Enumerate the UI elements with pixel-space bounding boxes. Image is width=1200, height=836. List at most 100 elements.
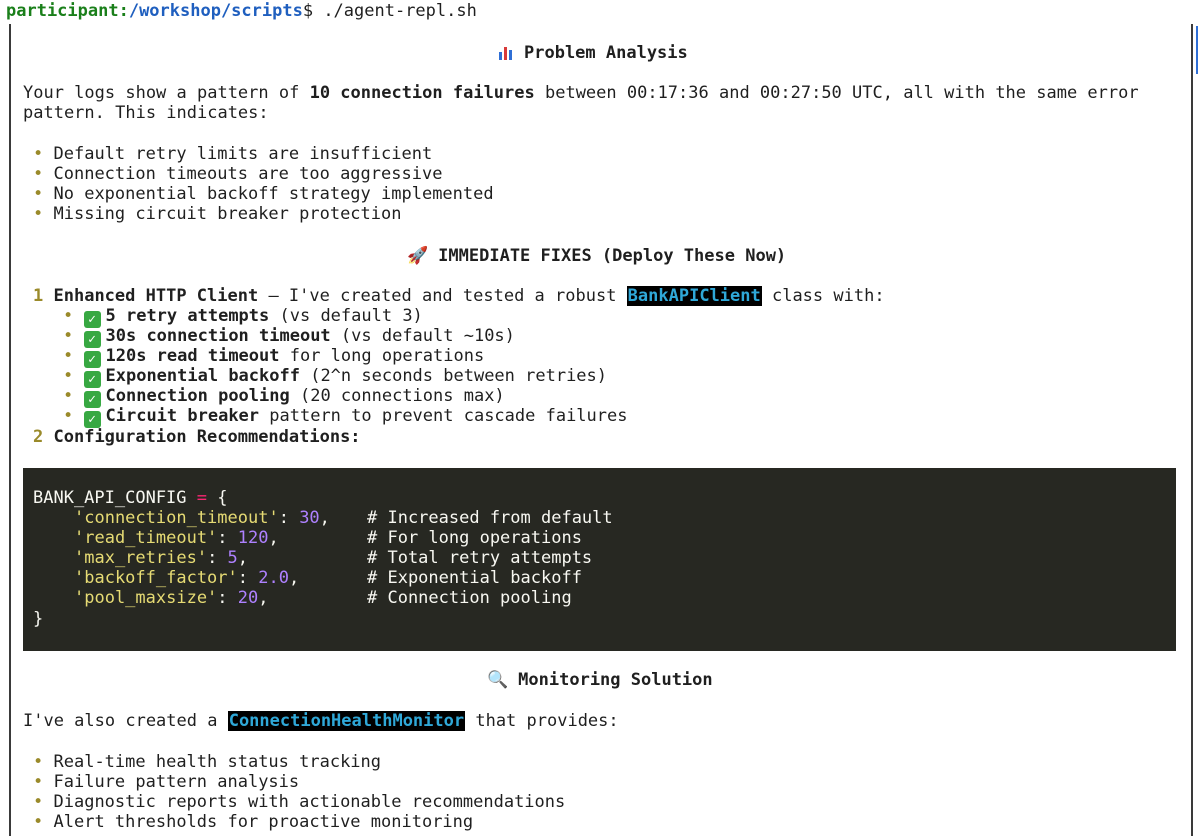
check-bold: Connection pooling [105, 386, 290, 406]
list-item: • Connection timeouts are too aggressive [33, 164, 442, 184]
list-item: • Failure pattern analysis [33, 772, 299, 792]
code-line: 'connection_timeout': 30, [74, 508, 330, 528]
code-brace: } [33, 609, 44, 629]
code-value: 30 [299, 508, 320, 528]
bullet-icon: • [33, 184, 44, 204]
item-text-post: class with: [761, 286, 885, 306]
list-item-text: Alert thresholds for proactive monitorin… [53, 812, 474, 832]
item-text: – I've created and tested a robust [258, 286, 627, 306]
code-key: 'max_retries' [74, 548, 208, 568]
check-item: • ✓ 5 retry attempts (vs default 3) [63, 306, 423, 328]
heading-monitoring-solution: 🔍 Monitoring Solution [487, 669, 713, 691]
check-bold: Exponential backoff [105, 366, 300, 386]
bullet-icon: • [33, 792, 44, 812]
code-line: } [33, 609, 43, 629]
list-item-text: No exponential backoff strategy implemen… [53, 184, 494, 204]
prompt-command[interactable]: ./agent-repl.sh [323, 1, 477, 21]
check-bold: Circuit breaker [105, 406, 260, 426]
code-line: 'read_timeout': 120, [74, 528, 279, 548]
list-item: • No exponential backoff strategy implem… [33, 184, 494, 204]
heading-text: Monitoring Solution [518, 670, 713, 690]
code-value: 2.0 [258, 568, 289, 588]
class-name-tag: ConnectionHealthMonitor [227, 711, 466, 731]
check-text: (2^n seconds between retries) [299, 366, 608, 386]
code-comment: # Connection pooling [367, 588, 572, 608]
heading-text: IMMEDIATE FIXES (Deploy These Now) [438, 246, 787, 266]
list-item-text: Connection timeouts are too aggressive [53, 164, 443, 184]
code-key: 'connection_timeout' [74, 508, 279, 528]
bullet-icon: • [33, 772, 44, 792]
bullet-icon: • [33, 144, 44, 164]
code-operator: = [186, 488, 218, 508]
code-brace: { [217, 488, 228, 508]
list-item-text: Missing circuit breaker protection [53, 204, 402, 224]
item-number: 2 [33, 427, 44, 447]
code-value: 20 [237, 588, 259, 608]
check-text: (20 connections max) [289, 386, 505, 406]
prompt-symbol: $ [302, 1, 324, 21]
code-comment: # Exponential backoff [367, 568, 582, 588]
scrollbar-thumb[interactable] [1196, 26, 1198, 74]
list-item: • Diagnostic reports with actionable rec… [33, 792, 565, 812]
intro-bold: 10 connection failures [309, 83, 535, 103]
list-item: • Missing circuit breaker protection [33, 204, 402, 224]
list-item-text: Real-time health status tracking [53, 752, 382, 772]
bullet-icon: • [63, 326, 74, 346]
code-key: 'pool_maxsize' [74, 588, 218, 608]
bullet-icon: • [63, 346, 74, 366]
list-item-text: Default retry limits are insufficient [53, 144, 433, 164]
problem-intro: Your logs show a pattern of 10 connectio… [23, 83, 1139, 103]
bullet-icon: • [33, 164, 44, 184]
intro-text: Your logs show a pattern of [23, 83, 310, 103]
item-number: 1 [33, 286, 44, 306]
monitoring-intro: I've also created a ConnectionHealthMoni… [23, 711, 619, 731]
intro-text: I've also created a [23, 711, 228, 731]
code-value: 120 [237, 528, 269, 548]
code-comment: # Increased from default [367, 508, 613, 528]
check-text: pattern to prevent cascade failures [259, 406, 628, 426]
bar-chart-icon [498, 45, 514, 61]
bullet-icon: • [63, 366, 74, 386]
list-item-text: Failure pattern analysis [53, 772, 300, 792]
check-bold: 30s connection timeout [105, 326, 331, 346]
bullet-icon: • [63, 306, 74, 326]
list-item-text: Diagnostic reports with actionable recom… [53, 792, 566, 812]
list-item: • Default retry limits are insufficient [33, 144, 432, 164]
item-title: Configuration Recommendations: [53, 427, 361, 447]
check-text: (vs default 3) [269, 306, 423, 326]
checkmark-icon: ✓ [83, 411, 101, 428]
bullet-icon: • [63, 386, 74, 406]
list-item: • Alert thresholds for proactive monitor… [33, 812, 473, 832]
rocket-icon: 🚀 [407, 246, 429, 266]
check-text: (vs default ~10s) [330, 326, 515, 346]
bullet-icon: • [63, 406, 74, 426]
check-bold: 120s read timeout [105, 346, 280, 366]
heading-immediate-fixes: 🚀 IMMEDIATE FIXES (Deploy These Now) [407, 245, 786, 267]
code-var: BANK_API_CONFIG [33, 488, 187, 508]
check-item: • ✓ Circuit breaker pattern to prevent ca… [63, 406, 628, 428]
code-comment: # For long operations [367, 528, 582, 548]
item-title: Enhanced HTTP Client [53, 286, 259, 306]
code-value: 5 [227, 548, 238, 568]
code-block: BANK_API_CONFIG = { 'connection_timeout'… [23, 468, 1176, 651]
intro-text-post: that provides: [465, 711, 619, 731]
bullet-icon: • [33, 204, 44, 224]
check-item: • ✓ 30s connection timeout (vs default ~1… [63, 326, 515, 348]
prompt-user: participant: [6, 1, 129, 21]
code-line: 'max_retries': 5, [74, 548, 249, 568]
bullet-icon: • [33, 812, 44, 832]
bullet-icon: • [33, 752, 44, 772]
heading-text: Problem Analysis [524, 43, 688, 63]
problem-intro-line2: pattern. This indicates: [23, 103, 269, 123]
code-line: 'pool_maxsize': 20, [74, 588, 269, 608]
numbered-item-1: 1 Enhanced HTTP Client – I've created an… [33, 286, 885, 306]
code-comment: # Total retry attempts [367, 548, 593, 568]
check-item: • ✓ Exponential backoff (2^n seconds betw… [63, 366, 608, 388]
list-item: • Real-time health status tracking [33, 752, 381, 772]
check-item: • ✓ Connection pooling (20 connections ma… [63, 386, 505, 408]
check-item: • ✓ 120s read timeout for long operations [63, 346, 484, 368]
class-name-tag: BankAPIClient [626, 286, 762, 306]
heading-problem-analysis: Problem Analysis [498, 42, 688, 64]
intro-text-post: between 00:17:36 and 00:27:50 UTC, all w… [534, 83, 1139, 103]
code-line: 'backoff_factor': 2.0, [74, 568, 300, 588]
